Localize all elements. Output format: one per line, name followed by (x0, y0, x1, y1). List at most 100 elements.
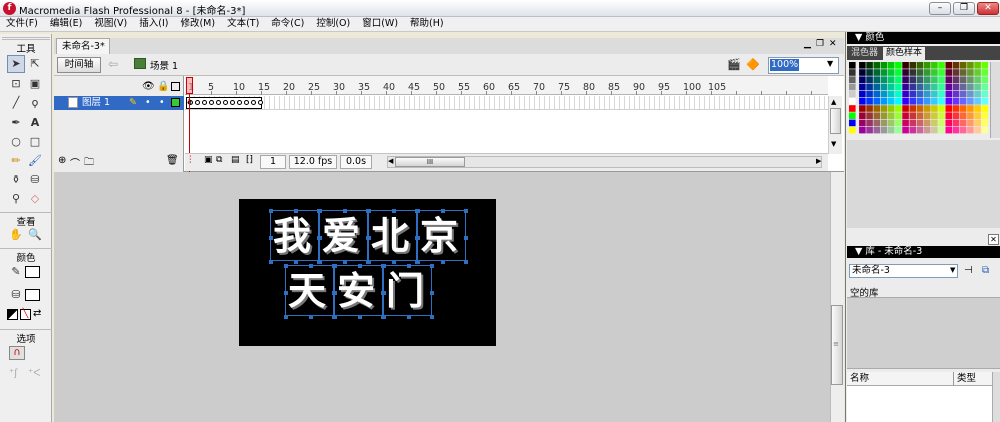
selection-handle[interactable] (430, 264, 434, 268)
selection-handle[interactable] (269, 260, 273, 264)
onion-outline-icon[interactable]: ⧉ (216, 155, 222, 165)
color-swatch[interactable] (873, 62, 881, 69)
color-swatch[interactable] (931, 98, 938, 105)
eyedropper-tool-icon[interactable]: ⚲ (7, 190, 25, 208)
color-swatch[interactable] (866, 112, 873, 119)
color-swatch[interactable] (902, 105, 909, 112)
black-white-icon[interactable] (7, 309, 18, 320)
color-swatch[interactable] (873, 105, 881, 112)
layer-visible-dot[interactable]: • (145, 96, 151, 110)
panel-close-icon[interactable]: ✕ (988, 234, 999, 245)
color-swatch[interactable] (952, 105, 960, 112)
color-swatch[interactable] (938, 83, 945, 91)
doc-restore-icon[interactable]: ❐ (816, 39, 824, 49)
color-swatch[interactable] (887, 126, 895, 134)
color-swatch[interactable] (967, 119, 974, 127)
insert-folder-icon[interactable]: 🗀 (84, 155, 94, 172)
color-swatch[interactable] (859, 76, 866, 83)
color-swatch[interactable] (981, 112, 989, 119)
color-swatch[interactable] (859, 69, 866, 76)
color-swatch[interactable] (938, 62, 945, 69)
timeline-hscroll-thumb[interactable]: III (395, 157, 465, 167)
color-swatch[interactable] (952, 98, 960, 105)
timeline-vscroll-thumb[interactable] (830, 108, 841, 134)
color-swatch[interactable] (931, 119, 938, 127)
doc-minimize-icon[interactable]: ▁ (804, 39, 811, 49)
color-swatch[interactable] (902, 98, 909, 105)
color-swatch[interactable] (880, 105, 888, 112)
selection-handle[interactable] (269, 209, 273, 213)
color-swatch[interactable] (923, 126, 931, 134)
color-swatch[interactable] (945, 126, 953, 134)
stage-character[interactable]: 安 (337, 269, 375, 313)
stage-character[interactable]: 北 (371, 214, 409, 258)
color-swatch[interactable] (909, 83, 917, 91)
edit-symbols-icon[interactable]: 🔶 (746, 58, 760, 71)
doc-close-icon[interactable]: ✕ (829, 39, 837, 49)
menu-help[interactable]: 帮助(H) (404, 17, 450, 31)
close-button[interactable]: ✕ (977, 2, 999, 15)
selection-handle[interactable] (284, 315, 288, 319)
color-swatch[interactable] (959, 90, 967, 98)
color-swatch[interactable] (859, 62, 866, 69)
selection-handle[interactable] (416, 209, 420, 213)
selection-handle[interactable] (406, 264, 411, 268)
color-swatch[interactable] (959, 105, 967, 112)
color-swatch[interactable] (880, 90, 888, 98)
color-swatch-grid[interactable] (849, 62, 989, 138)
stage-character[interactable]: 爱 (322, 214, 360, 258)
color-swatch[interactable] (895, 105, 902, 112)
restore-button[interactable]: ❐ (953, 2, 975, 15)
selection-handle[interactable] (333, 290, 337, 295)
delete-layer-icon[interactable]: 🗑 (166, 155, 179, 166)
color-swatch[interactable] (967, 62, 974, 69)
color-swatch[interactable] (959, 76, 967, 83)
color-swatch[interactable] (923, 83, 931, 91)
color-swatch[interactable] (902, 62, 909, 69)
color-swatch[interactable] (887, 105, 895, 112)
selection-handle[interactable] (416, 260, 420, 264)
selection-handle[interactable] (430, 290, 434, 295)
color-swatch[interactable] (895, 126, 902, 134)
selection-handle[interactable] (293, 209, 298, 213)
color-swatch[interactable] (981, 98, 989, 105)
color-swatch[interactable] (895, 69, 902, 76)
color-swatch[interactable] (909, 126, 917, 134)
selection-handle[interactable] (357, 264, 362, 268)
color-swatch[interactable] (923, 105, 931, 112)
scroll-up-icon[interactable]: ▲ (831, 98, 836, 106)
color-swatch[interactable] (849, 69, 856, 76)
color-swatch[interactable] (866, 62, 873, 69)
text-selection-box[interactable]: 门 (382, 264, 434, 319)
menu-text[interactable]: 文本(T) (221, 17, 265, 31)
edit-multiple-frames-icon[interactable]: ▤ (231, 155, 240, 165)
selection-handle[interactable] (269, 235, 273, 240)
color-swatch[interactable] (895, 98, 902, 105)
menu-file[interactable]: 文件(F) (4, 17, 44, 31)
column-name[interactable]: 名称 (850, 372, 869, 386)
color-swatch[interactable] (959, 119, 967, 127)
pin-icon[interactable]: ⊣ (964, 265, 973, 276)
selection-tool-icon[interactable]: ➤ (7, 55, 25, 73)
color-swatch[interactable] (866, 98, 873, 105)
color-swatch[interactable] (923, 119, 931, 127)
selection-handle[interactable] (318, 209, 322, 213)
add-motion-guide-icon[interactable]: ⌒ (70, 155, 80, 170)
color-swatch[interactable] (923, 62, 931, 69)
color-swatch[interactable] (938, 112, 945, 119)
layer-row[interactable]: 图层 1 ✎ • • (54, 96, 184, 110)
color-swatch[interactable] (945, 76, 953, 83)
color-swatch[interactable] (880, 62, 888, 69)
scroll-down-icon[interactable]: ▼ (831, 140, 836, 148)
lock-icon[interactable]: 🔒 (157, 81, 169, 92)
selection-handle[interactable] (367, 209, 371, 213)
free-transform-tool-icon[interactable]: ⊡ (7, 75, 25, 93)
zoom-tool-icon[interactable]: 🔍 (26, 226, 44, 244)
document-tab[interactable]: 未命名-3* (56, 38, 110, 54)
menu-window[interactable]: 窗口(W) (356, 17, 404, 31)
selection-handle[interactable] (342, 209, 347, 213)
color-swatch[interactable] (902, 119, 909, 127)
color-swatch[interactable] (945, 112, 953, 119)
scroll-right-icon[interactable]: ▶ (816, 157, 821, 165)
stage-character[interactable]: 我 (273, 214, 311, 258)
